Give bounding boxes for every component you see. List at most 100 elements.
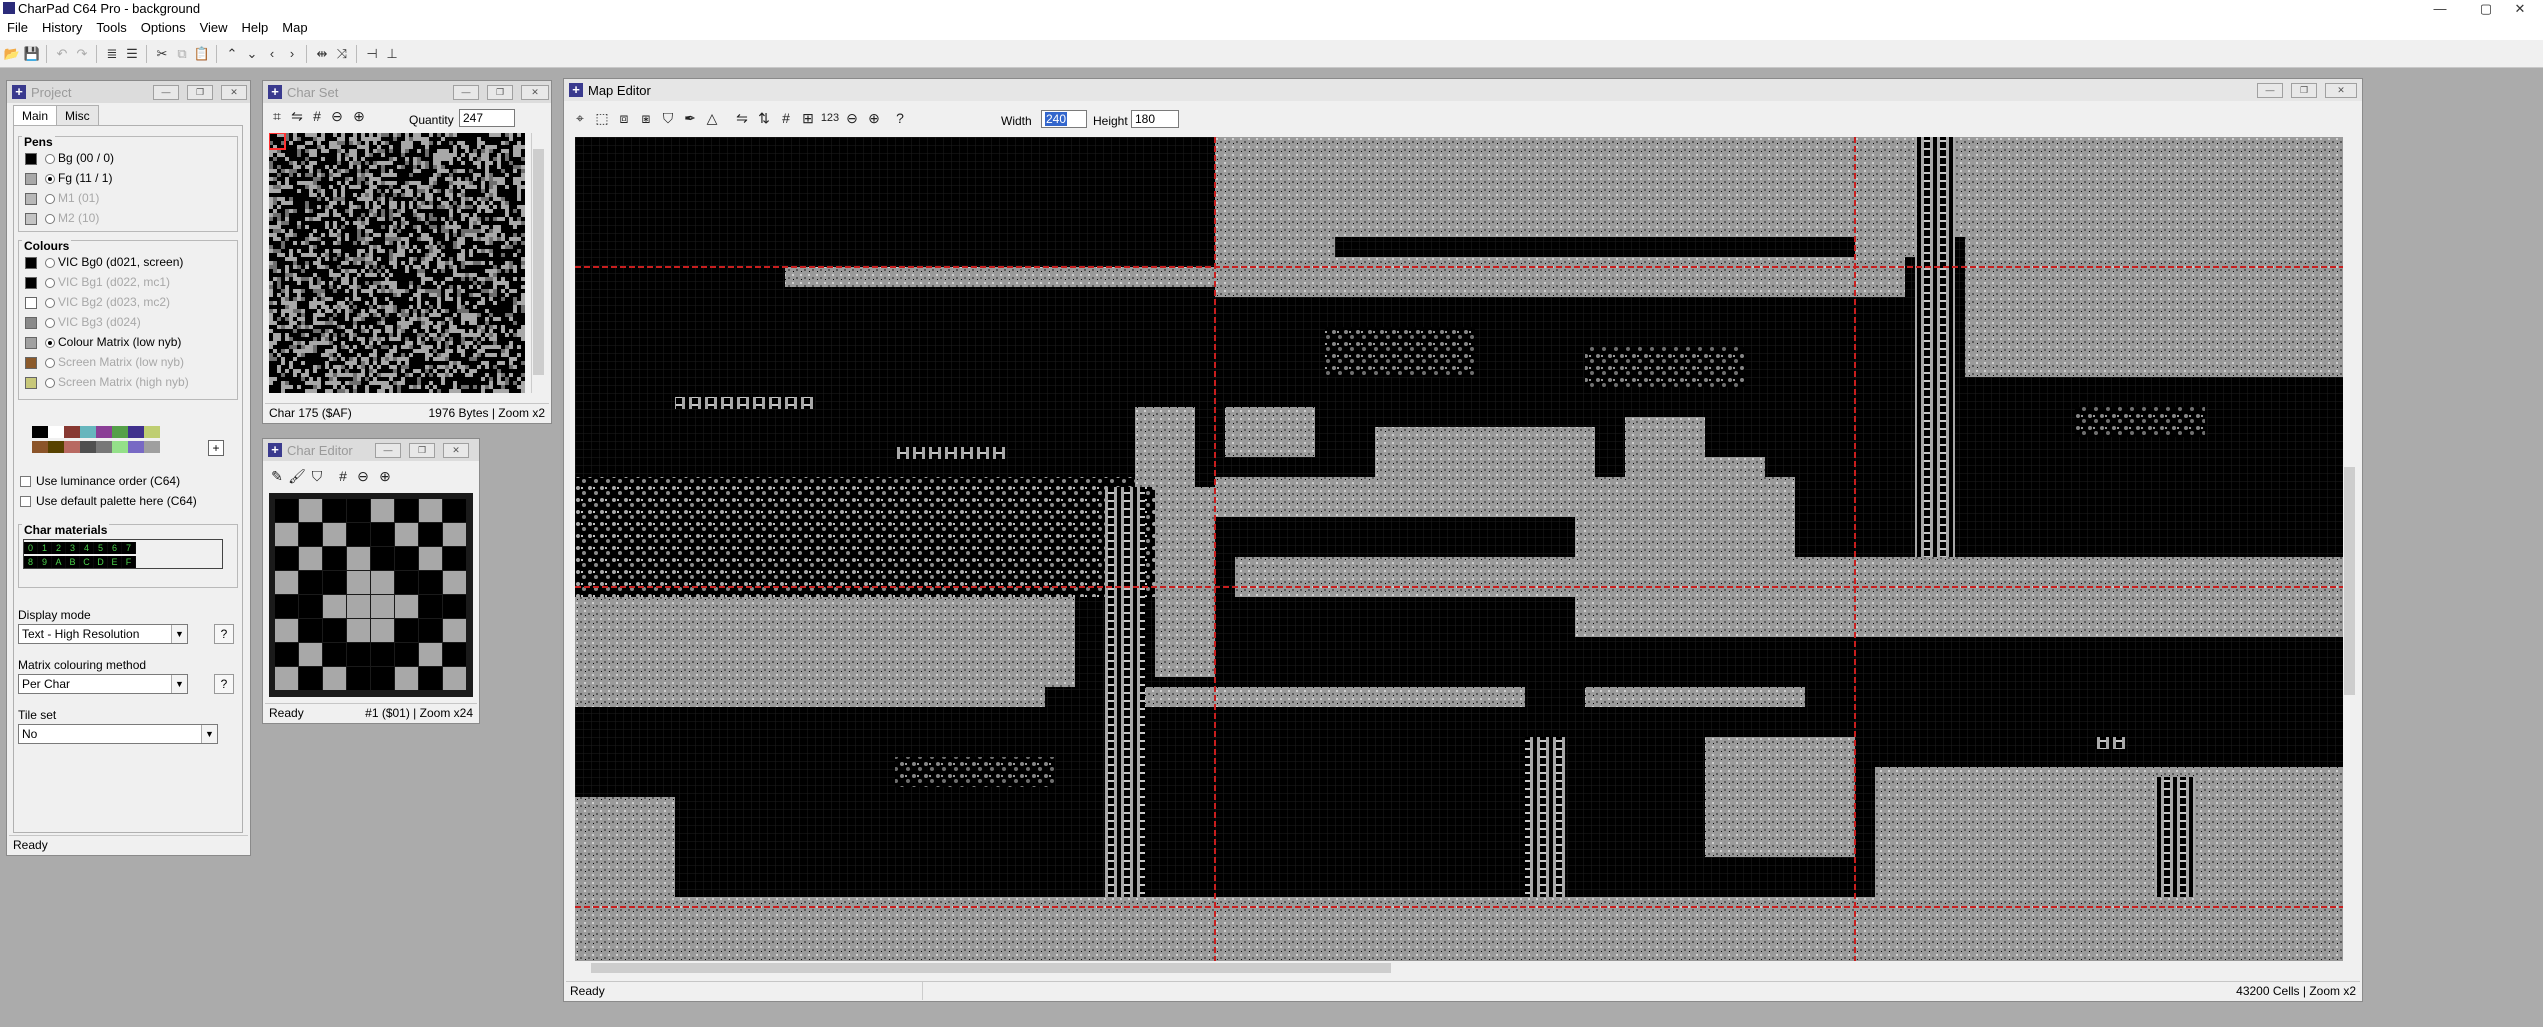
flip-h-icon[interactable]: ⇋ <box>732 109 752 127</box>
pens-swatch[interactable] <box>25 212 37 225</box>
palette-swatch[interactable] <box>112 426 128 438</box>
char-pixel[interactable] <box>299 595 322 618</box>
material-cell[interactable]: 8 <box>24 556 38 568</box>
char-pixel[interactable] <box>395 499 418 522</box>
pens-radio[interactable] <box>45 213 55 224</box>
char-pixel[interactable] <box>419 595 442 618</box>
material-cell[interactable]: 6 <box>108 542 122 554</box>
pencil-icon[interactable]: ✎ <box>267 467 287 485</box>
char-pixel[interactable] <box>275 595 298 618</box>
char-pixel[interactable] <box>323 595 346 618</box>
char-pixel[interactable] <box>395 595 418 618</box>
colours-item[interactable]: VIC Bg3 (d024) <box>25 313 141 331</box>
char-pixel[interactable] <box>443 547 466 570</box>
char-pixel[interactable] <box>443 499 466 522</box>
char-pixel[interactable] <box>395 547 418 570</box>
char-set-minimize-button[interactable]: — <box>453 85 479 100</box>
tab-misc[interactable]: Misc <box>56 105 99 125</box>
map-canvas[interactable] <box>575 137 2343 961</box>
colours-item[interactable]: VIC Bg2 (d023, mc2) <box>25 293 170 311</box>
palette-swatch[interactable] <box>144 441 160 453</box>
zoom-out-icon[interactable]: ⊖ <box>327 107 347 125</box>
char-pixel[interactable] <box>443 619 466 642</box>
open-icon[interactable]: 📂 <box>3 45 21 63</box>
char-pixel[interactable] <box>275 619 298 642</box>
colours-radio[interactable] <box>45 277 55 288</box>
char-pixel[interactable] <box>371 595 394 618</box>
char-pixel[interactable] <box>443 523 466 546</box>
display-mode-select[interactable]: Text - High Resolution ▼ <box>18 624 188 644</box>
menu-help[interactable]: Help <box>235 18 276 35</box>
char-pixel[interactable] <box>419 499 442 522</box>
char-pixel[interactable] <box>323 523 346 546</box>
colours-item[interactable]: Colour Matrix (low nyb) <box>25 333 181 351</box>
colours-swatch[interactable] <box>25 276 37 289</box>
char-pixel[interactable] <box>323 619 346 642</box>
map-editor-close-button[interactable]: ✕ <box>2325 83 2357 98</box>
char-pixel[interactable] <box>275 499 298 522</box>
palette-swatch[interactable] <box>80 426 96 438</box>
flip-v-icon[interactable]: ⇅ <box>754 109 774 127</box>
palette-swatch[interactable] <box>96 426 112 438</box>
char-set-restore-button[interactable]: ❐ <box>487 85 513 100</box>
map-horizontal-scrollbar[interactable] <box>575 961 2343 975</box>
char-materials-grid[interactable]: 01234567 89ABCDEF <box>23 539 223 569</box>
char-pixel[interactable] <box>395 619 418 642</box>
char-pixel[interactable] <box>299 643 322 666</box>
material-cell[interactable]: 2 <box>52 542 66 554</box>
char-pixel[interactable] <box>443 571 466 594</box>
layers-icon[interactable]: ☰ <box>123 45 141 63</box>
char-pixel[interactable] <box>347 619 370 642</box>
cut-icon[interactable]: ✂ <box>153 45 171 63</box>
char-pixel[interactable] <box>275 643 298 666</box>
char-pixel[interactable] <box>323 571 346 594</box>
char-set-scroll-thumb[interactable] <box>533 149 544 375</box>
pens-radio[interactable] <box>45 153 55 164</box>
palette-swatch[interactable] <box>96 441 112 453</box>
list-icon[interactable]: ≣ <box>103 45 121 63</box>
char-pixel[interactable] <box>275 667 298 690</box>
material-cell[interactable]: 1 <box>38 542 52 554</box>
char-pixel[interactable] <box>395 667 418 690</box>
palette-swatch[interactable] <box>48 441 64 453</box>
save-icon[interactable]: 💾 <box>23 45 41 63</box>
char-pixel[interactable] <box>299 523 322 546</box>
luminance-checkbox[interactable]: Use luminance order (C64) <box>20 472 180 490</box>
colours-swatch[interactable] <box>25 256 37 269</box>
colours-item[interactable]: Screen Matrix (low nyb) <box>25 353 184 371</box>
copy-icon[interactable]: ⧉ <box>173 45 191 63</box>
colours-swatch[interactable] <box>25 376 37 389</box>
colours-item[interactable]: VIC Bg0 (d021, screen) <box>25 253 183 271</box>
char-pixel[interactable] <box>323 667 346 690</box>
close-button[interactable]: ✕ <box>2497 0 2543 18</box>
paste-icon[interactable]: 📋 <box>193 45 211 63</box>
crosshair-icon[interactable]: ⌖ <box>570 109 590 127</box>
material-cell[interactable]: A <box>52 556 66 568</box>
colours-radio[interactable] <box>45 357 55 368</box>
pens-item[interactable]: Bg (00 / 0) <box>25 149 114 167</box>
project-close-button[interactable]: ✕ <box>221 85 247 100</box>
material-cell[interactable]: 3 <box>66 542 80 554</box>
char-pixel[interactable] <box>347 523 370 546</box>
fill-icon[interactable]: ⛉ <box>307 467 327 485</box>
char-pixel[interactable] <box>419 523 442 546</box>
char-pixel[interactable] <box>347 571 370 594</box>
map-vertical-scrollbar[interactable] <box>2343 137 2357 961</box>
flip-tool-icon[interactable]: ⇋ <box>287 107 307 125</box>
map-vscroll-thumb[interactable] <box>2344 467 2355 695</box>
char-pixel[interactable] <box>347 547 370 570</box>
colours-swatch[interactable] <box>25 316 37 329</box>
chevron-left-icon[interactable]: ‹ <box>263 45 281 63</box>
default-palette-checkbox[interactable]: Use default palette here (C64) <box>20 492 197 510</box>
align-center-icon[interactable]: ⊥ <box>383 45 401 63</box>
char-pixel[interactable] <box>347 595 370 618</box>
numbers-icon[interactable]: 123 <box>820 109 840 127</box>
grid-icon[interactable]: # <box>307 107 327 125</box>
palette-swatch[interactable] <box>32 441 48 453</box>
material-cell[interactable]: 7 <box>122 542 136 554</box>
colours-swatch[interactable] <box>25 296 37 309</box>
char-pixel[interactable] <box>371 547 394 570</box>
char-editor-restore-button[interactable]: ❐ <box>409 443 435 458</box>
material-cell[interactable]: 5 <box>94 542 108 554</box>
chevron-down-icon[interactable]: ⌄ <box>243 45 261 63</box>
